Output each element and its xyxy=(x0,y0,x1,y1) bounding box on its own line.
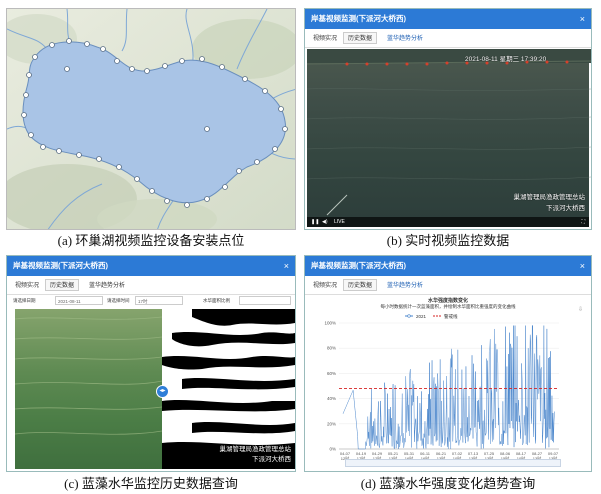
chart-title: 水华强度指数变化 xyxy=(427,298,468,304)
legend-label-alert: 警戒线 xyxy=(444,313,458,320)
ratio-label: 水华面积比例 xyxy=(203,298,230,303)
tab-trend[interactable]: 蓝华趋势分析 xyxy=(383,280,427,292)
window-title-bar: 岸基视频监测(下派河大桥西) × xyxy=(305,256,591,276)
live-label: LIVE xyxy=(334,219,345,225)
tab-bar: 视频实况 历史数据 蓝华趋势分析 xyxy=(7,276,295,295)
y-tick-label: 80% xyxy=(327,346,336,351)
tab-history[interactable]: 历史数据 xyxy=(45,279,80,291)
window-title: 岸基视频监测(下派河大桥西) xyxy=(13,261,108,270)
y-tick-label: 60% xyxy=(327,371,336,376)
date-label: 请选择日期 xyxy=(13,298,36,303)
filter-bar: 请选择日期 2021-08-11 请选择时间 17时 水华面积比例 xyxy=(7,294,295,308)
plot-area xyxy=(339,325,559,450)
tab-live[interactable]: 视频实况 xyxy=(309,33,341,45)
tab-history[interactable]: 历史数据 xyxy=(343,279,378,291)
zoom-slider[interactable] xyxy=(345,459,561,467)
map-svg xyxy=(7,9,295,229)
water-ripples xyxy=(14,316,163,435)
close-icon[interactable]: × xyxy=(284,256,289,276)
legend-label-2021: 2021 xyxy=(416,314,427,319)
window-title: 岸基视频监测(下派河大桥西) xyxy=(311,14,406,23)
close-icon[interactable]: × xyxy=(580,256,585,276)
video-frame[interactable]: 2021-08-11 星期三 17:39:20 巢湖管理局渔政管理总站 下派河大… xyxy=(307,49,591,227)
chart-legend: 2021 警戒线 xyxy=(405,313,458,320)
y-axis: 0% 20% 40% 60% 80% 100% xyxy=(324,321,336,452)
caption-b: (b) 实时视频监控数据 xyxy=(386,233,510,248)
video-watermark-line2: 下派河大桥西 xyxy=(546,205,585,212)
trend-chart: 2021 警戒线 0%20%40%60%80%100% 04-0712时04-1… xyxy=(324,313,559,461)
compare-slider-handle[interactable]: ◂▸ xyxy=(156,385,169,398)
tab-trend[interactable]: 蓝华趋势分析 xyxy=(383,33,427,45)
lake-map xyxy=(6,8,296,230)
y-tick-label: 40% xyxy=(327,396,336,401)
y-tick-label: 0% xyxy=(329,447,336,452)
close-icon[interactable]: × xyxy=(580,9,585,29)
live-video-window: 岸基视频监测(下派河大桥西) × 视频实况 历史数据 蓝华趋势分析 2021-0… xyxy=(304,8,592,230)
original-water-image xyxy=(14,309,163,469)
fullscreen-icon[interactable]: ⛶ xyxy=(581,217,585,227)
tab-bar: 视频实况 历史数据 蓝华趋势分析 xyxy=(305,276,591,295)
date-input[interactable]: 2021-08-11 xyxy=(55,296,103,305)
legend-marker-2021 xyxy=(407,314,411,318)
tab-live[interactable]: 视频实况 xyxy=(309,280,341,292)
ratio-field[interactable] xyxy=(239,296,291,305)
caption-d: (d) 蓝藻水华强度变化趋势查询 xyxy=(360,476,536,491)
volume-icon[interactable]: ◀) xyxy=(322,217,328,227)
bloom-watermark-line2: 下派河大桥西 xyxy=(252,456,291,463)
window-title-bar: 岸基视频监测(下派河大桥西) × xyxy=(305,9,591,29)
trend-window: 岸基视频监测(下派河大桥西) × 视频实况 历史数据 蓝华趋势分析 水华强度指数… xyxy=(304,255,592,472)
y-tick-label: 20% xyxy=(327,421,336,426)
video-control-bar: ❚❚ ◀) LIVE ⛶ xyxy=(307,217,589,227)
video-watermark-line1: 巢湖管理局渔政管理总站 xyxy=(513,194,586,201)
tab-history[interactable]: 历史数据 xyxy=(343,32,378,44)
time-input[interactable]: 17时 xyxy=(135,296,183,305)
caption-a: (a) 环巢湖视频监控设备安装点位 xyxy=(57,233,245,248)
y-tick-label: 100% xyxy=(324,321,336,326)
series-line-2021 xyxy=(342,325,556,450)
pause-icon[interactable]: ❚❚ xyxy=(311,217,319,227)
window-title-bar: 岸基视频监测(下派河大桥西) × xyxy=(7,256,295,276)
bloom-watermark-line1: 巢湖管理局渔政管理总站 xyxy=(219,446,292,453)
window-title: 岸基视频监测(下派河大桥西) xyxy=(311,261,406,270)
tab-bar: 视频实况 历史数据 蓝华趋势分析 xyxy=(305,29,591,48)
caption-c: (c) 蓝藻水华监控历史数据查询 xyxy=(64,476,238,491)
time-label: 请选择时间 xyxy=(107,298,130,303)
tab-live[interactable]: 视频实况 xyxy=(11,280,43,292)
tab-trend[interactable]: 蓝华趋势分析 xyxy=(85,280,129,292)
segmented-bloom-image: 巢湖管理局渔政管理总站 下派河大桥西 xyxy=(162,309,295,469)
video-timestamp: 2021-08-11 星期三 17:39:20 xyxy=(465,56,547,63)
chart-subtitle: 每小时数据统计一次蓝藻面积，并绘制水华面积比重强度的变化曲线 xyxy=(380,304,516,309)
history-window: 岸基视频监测(下派河大桥西) × 视频实况 历史数据 蓝华趋势分析 请选择日期 … xyxy=(6,255,296,472)
